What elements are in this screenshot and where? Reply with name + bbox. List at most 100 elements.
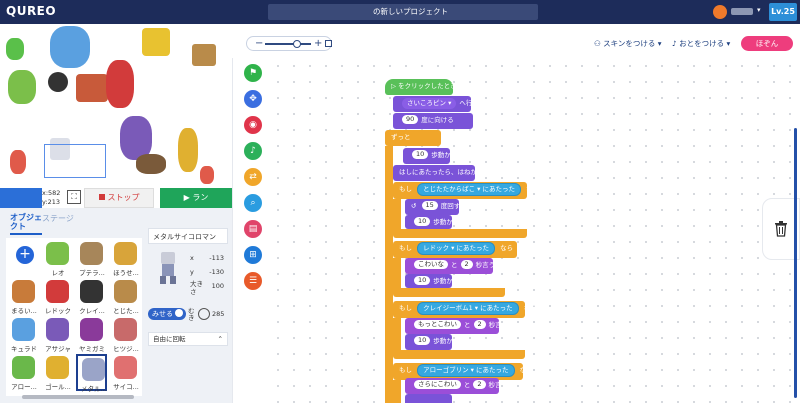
touching-target[interactable]: レドック ▾ [423,244,454,252]
category-sound-icon[interactable]: ♪ [244,142,262,160]
sprite-list-item[interactable]: レドック [42,278,73,315]
zoom-out-button[interactable]: − [255,37,263,50]
bomb-sprite[interactable] [48,72,68,92]
save-button[interactable]: ほぞん [741,36,793,51]
say-for-secs-block[interactable]: こわいなと 2 秒言う [405,258,495,274]
size-value[interactable]: 100 [202,282,224,290]
forever-block[interactable]: ずっと [385,130,441,146]
touching-target[interactable]: クレイジーボム1 ▾ [423,304,478,312]
zoom-fit-icon[interactable] [325,40,332,47]
object-name-field[interactable]: メタルサイコロマン [148,228,228,244]
sprite-list-item[interactable]: まるい... [8,278,39,315]
zoom-in-button[interactable]: + [314,37,322,50]
sprite-list-scrollbar[interactable] [6,394,142,400]
stage-size-toggle[interactable] [0,188,42,208]
category-lists-icon[interactable]: ☰ [244,272,262,290]
treasure-chest-sprite[interactable] [76,74,108,102]
move-steps-block[interactable]: 10 歩動かす [403,148,457,164]
category-looks-icon[interactable]: ◉ [244,116,262,134]
steps-input[interactable]: 10 [414,276,431,285]
degrees-input[interactable]: 15 [421,201,438,210]
point-direction-block[interactable]: 90 度に向ける [393,113,473,129]
category-control-icon[interactable]: ⇄ [244,168,262,186]
leo-sprite[interactable] [8,70,36,104]
redok-sprite[interactable] [106,60,134,108]
potion-sprite[interactable] [6,38,24,60]
touching-condition[interactable]: クレイジーボム1 ▾ にあたった [417,302,519,315]
fullscreen-button[interactable]: ⛶ [67,190,81,204]
sprite-list-item[interactable]: アサジャ [42,316,73,353]
say-message-input[interactable]: もっとこわい [414,320,461,329]
move-steps-block[interactable]: 10 歩動かす [405,334,459,350]
show-toggle[interactable]: みせる [148,308,186,320]
if-touching-block-1[interactable]: もし とじたたからばこ ▾ にあたった なら [393,182,539,199]
steps-input[interactable]: 10 [414,336,431,345]
user-avatar[interactable] [713,5,727,19]
direction-value[interactable]: 285 [212,310,224,318]
stop-button[interactable]: ストップ [84,188,154,208]
rotation-mode-select[interactable]: 自由に回転 ⌃ [148,332,228,346]
project-title[interactable]: の新しいプロジェクト [268,4,538,20]
turn-block[interactable]: ↺ 15 度回す [405,199,460,215]
add-sprite-button[interactable]: + [16,246,34,264]
seconds-input[interactable]: 2 [473,320,486,329]
touching-target[interactable]: アローゴブリン ▾ [423,366,474,374]
trash-icon[interactable] [775,221,787,237]
category-sensing-icon[interactable]: ⌕ [244,194,262,212]
seconds-input[interactable]: 2 [460,260,473,269]
seconds-input[interactable]: 2 [473,380,486,389]
tab-stage[interactable]: ステージ [42,213,74,224]
category-events-icon[interactable]: ⚑ [244,64,262,82]
sprite-list-item[interactable]: アロー... [8,354,39,391]
sprite-list-item[interactable]: プテラ... [76,240,107,277]
say-for-secs-block[interactable]: もっとこわいと 2 秒言う [405,318,508,334]
zoom-slider[interactable] [265,43,311,45]
pteranodon-sprite[interactable] [136,154,166,174]
move-steps-block[interactable]: 10 歩動かす [405,274,459,288]
sprite-list-item[interactable]: ゴール... [42,354,73,391]
zoom-slider-knob[interactable] [293,40,301,48]
sprite-list-item[interactable]: サイコ... [110,354,141,391]
sprite-list-item[interactable]: ヤミガミ [76,316,107,353]
when-flag-clicked-block[interactable]: ▷ をクリックしたとき [385,79,457,95]
gold-warrior-sprite[interactable] [178,128,198,172]
selection-box[interactable] [44,144,106,178]
touching-condition[interactable]: アローゴブリン ▾ にあたった [417,364,515,377]
run-button[interactable]: ▶ ラン [160,188,232,208]
sound-button[interactable]: ♪ おとをつける ▾ [672,38,730,49]
scrollbar-thumb[interactable] [22,395,134,399]
sprite-list-item[interactable]: とじた... [110,278,141,315]
partial-move-block[interactable] [405,394,452,403]
sprite-list-item[interactable]: メタル... [76,354,107,393]
sprite-list-item[interactable]: クレイ... [76,278,107,315]
say-message-input[interactable]: こわいな [414,260,448,269]
user-name-redacted[interactable] [731,8,753,15]
go-to-block[interactable]: さいころピン ▾ へ行く [393,96,479,112]
target-dropdown[interactable]: さいころピン ▾ [402,98,457,109]
dice-sprite[interactable] [142,28,170,56]
tab-objects[interactable]: オブジェクト [10,213,42,231]
sprite-list-item[interactable]: レオ [42,240,73,277]
workspace-scrollbar[interactable] [794,128,797,398]
touching-condition[interactable]: レドック ▾ にあたった [417,242,495,255]
chevron-down-icon[interactable]: ▾ [757,6,761,14]
potion-bottom-sprite[interactable] [200,166,214,184]
steps-input[interactable]: 10 [412,150,429,159]
move-steps-block[interactable]: 10 歩動かす [405,215,459,229]
touching-target[interactable]: とじたたからばこ ▾ [423,185,480,193]
x-value[interactable]: -113 [202,254,224,262]
sprite-list-item[interactable]: キュラド [8,316,39,353]
say-message-input[interactable]: さらにこわい [414,380,461,389]
touching-condition[interactable]: とじたたからばこ ▾ にあたった [417,183,521,196]
qureo-logo[interactable]: QUREO [6,4,56,18]
if-touching-block-2[interactable]: もし レドック ▾ にあたった なら [393,241,517,258]
stage-canvas[interactable] [0,24,232,188]
direction-dial[interactable] [198,308,210,320]
add-sprite-cell[interactable]: + [8,240,39,277]
category-operators-icon[interactable]: ▤ [244,220,262,238]
sprite-list-item[interactable]: ほうせ... [110,240,141,277]
code-workspace[interactable] [270,58,795,403]
chest-sprite[interactable] [192,44,216,66]
category-variables-icon[interactable]: ⊞ [244,246,262,264]
if-touching-block-3[interactable]: もし クレイジーボム1 ▾ にあたった なら [393,301,537,318]
